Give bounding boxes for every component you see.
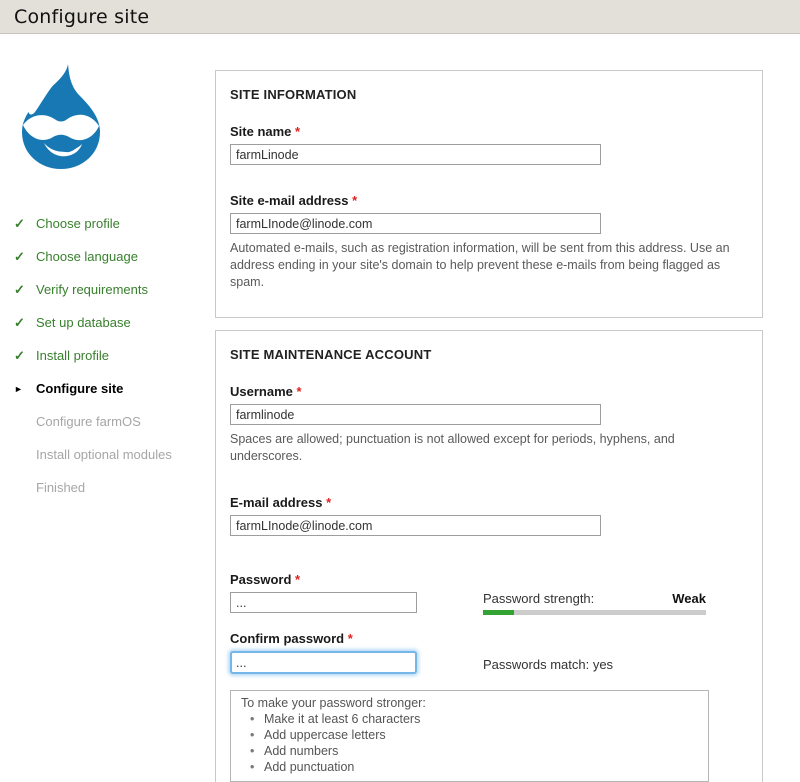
strength-value: Weak xyxy=(672,591,706,606)
confirm-password-row: Confirm password * Passwords match: yes xyxy=(230,631,748,674)
step-label: Install profile xyxy=(36,348,109,363)
site-name-label: Site name * xyxy=(230,124,748,139)
bullet-icon: • xyxy=(250,711,264,727)
sidebar-item-install-profile: ✓ Install profile xyxy=(14,339,215,372)
page-title: Configure site xyxy=(14,6,786,28)
required-marker: * xyxy=(326,495,331,510)
check-icon: ✓ xyxy=(14,249,36,265)
confirm-password-input[interactable] xyxy=(230,651,417,674)
site-name-input[interactable] xyxy=(230,144,601,165)
site-name-item: Site name * xyxy=(230,124,748,165)
suggestions-list: •Make it at least 6 characters •Add uppe… xyxy=(241,711,698,775)
list-item: •Make it at least 6 characters xyxy=(241,711,698,727)
site-information-fieldset: SITE INFORMATION Site name * Site e-mail… xyxy=(215,70,763,318)
username-help: Spaces are allowed; punctuation is not a… xyxy=(230,431,735,465)
step-label: Choose language xyxy=(36,249,138,264)
suggestions-title: To make your password stronger: xyxy=(241,695,698,711)
drupal-logo-icon xyxy=(16,64,106,169)
confirm-password-label: Confirm password * xyxy=(230,631,483,646)
site-email-label: Site e-mail address * xyxy=(230,193,748,208)
required-marker: * xyxy=(295,124,300,139)
email-label: E-mail address * xyxy=(230,495,748,510)
arrow-right-icon: ► xyxy=(14,384,36,394)
step-label: Finished xyxy=(36,480,85,495)
main-content: SITE INFORMATION Site name * Site e-mail… xyxy=(215,34,763,782)
sidebar-item-configure-site: ► Configure site xyxy=(14,372,215,405)
bullet-icon: • xyxy=(250,727,264,743)
sidebar-item-configure-farmos: Configure farmOS xyxy=(14,405,215,438)
sidebar-item-install-optional-modules: Install optional modules xyxy=(14,438,215,471)
username-label: Username * xyxy=(230,384,748,399)
email-input[interactable] xyxy=(230,515,601,536)
required-marker: * xyxy=(352,193,357,208)
password-strength: Password strength: Weak xyxy=(483,572,706,615)
strength-label: Password strength: xyxy=(483,591,594,606)
username-input[interactable] xyxy=(230,404,601,425)
check-icon: ✓ xyxy=(14,216,36,232)
list-item: •Add uppercase letters xyxy=(241,727,698,743)
passwords-match-text: Passwords match: yes xyxy=(483,657,706,672)
site-information-legend: SITE INFORMATION xyxy=(230,87,748,102)
password-label: Password * xyxy=(230,572,483,587)
step-label: Set up database xyxy=(36,315,131,330)
sidebar-item-set-up-database: ✓ Set up database xyxy=(14,306,215,339)
site-maintenance-fieldset: SITE MAINTENANCE ACCOUNT Username * Spac… xyxy=(215,330,763,782)
required-marker: * xyxy=(348,631,353,646)
username-item: Username * Spaces are allowed; punctuati… xyxy=(230,384,748,465)
confirm-password-item: Confirm password * xyxy=(230,631,483,674)
check-icon: ✓ xyxy=(14,282,36,298)
check-icon: ✓ xyxy=(14,348,36,364)
password-input[interactable] xyxy=(230,592,417,613)
passwords-match: Passwords match: yes xyxy=(483,631,706,674)
required-marker: * xyxy=(295,572,300,587)
step-label: Verify requirements xyxy=(36,282,148,297)
list-item: •Add numbers xyxy=(241,743,698,759)
strength-bar xyxy=(483,610,706,615)
sidebar: ✓ Choose profile ✓ Choose language ✓ Ver… xyxy=(0,34,215,782)
step-label: Configure farmOS xyxy=(36,414,141,429)
bullet-icon: • xyxy=(250,759,264,775)
bullet-icon: • xyxy=(250,743,264,759)
site-maintenance-legend: SITE MAINTENANCE ACCOUNT xyxy=(230,347,748,362)
site-email-help: Automated e-mails, such as registration … xyxy=(230,240,735,291)
check-icon: ✓ xyxy=(14,315,36,331)
password-suggestions-box: To make your password stronger: •Make it… xyxy=(230,690,709,782)
page-content: ✓ Choose profile ✓ Choose language ✓ Ver… xyxy=(0,34,800,782)
email-item: E-mail address * xyxy=(230,495,748,536)
step-label: Configure site xyxy=(36,381,123,396)
list-item: •Add punctuation xyxy=(241,759,698,775)
password-item: Password * xyxy=(230,572,483,615)
page-header: Configure site xyxy=(0,0,800,34)
sidebar-item-verify-requirements: ✓ Verify requirements xyxy=(14,273,215,306)
site-email-input[interactable] xyxy=(230,213,601,234)
install-steps: ✓ Choose profile ✓ Choose language ✓ Ver… xyxy=(14,207,215,504)
required-marker: * xyxy=(297,384,302,399)
step-label: Install optional modules xyxy=(36,447,172,462)
sidebar-item-finished: Finished xyxy=(14,471,215,504)
sidebar-item-choose-language: ✓ Choose language xyxy=(14,240,215,273)
site-email-item: Site e-mail address * Automated e-mails,… xyxy=(230,193,748,291)
sidebar-item-choose-profile: ✓ Choose profile xyxy=(14,207,215,240)
password-row: Password * Password strength: Weak xyxy=(230,572,748,615)
step-label: Choose profile xyxy=(36,216,120,231)
strength-fill xyxy=(483,610,514,615)
